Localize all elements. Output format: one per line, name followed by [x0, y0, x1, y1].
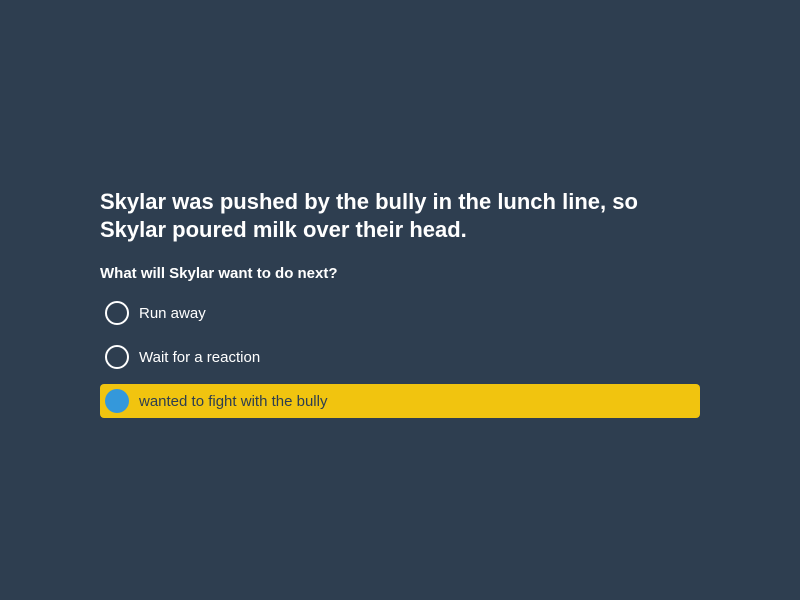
answer-option-run-away[interactable]: Run away — [100, 296, 700, 330]
answer-option-label: Wait for a reaction — [139, 348, 261, 366]
radio-button-selected[interactable] — [105, 389, 129, 413]
answer-option-label: Run away — [139, 304, 206, 322]
quiz-page: Skylar was pushed by the bully in the lu… — [0, 0, 800, 600]
radio-button[interactable] — [105, 345, 129, 369]
radio-button[interactable] — [105, 301, 129, 325]
answer-option-label: wanted to fight with the bully — [139, 392, 328, 410]
answer-options: Run away Wait for a reaction wanted to f… — [100, 296, 700, 418]
answer-option-fight-bully[interactable]: wanted to fight with the bully — [100, 384, 700, 418]
quiz-card: Skylar was pushed by the bully in the lu… — [100, 188, 700, 418]
question-text: Skylar was pushed by the bully in the lu… — [100, 189, 638, 242]
question-prompt: What will Skylar want to do next? — [100, 265, 338, 282]
answer-option-wait-for-reaction[interactable]: Wait for a reaction — [100, 340, 700, 374]
